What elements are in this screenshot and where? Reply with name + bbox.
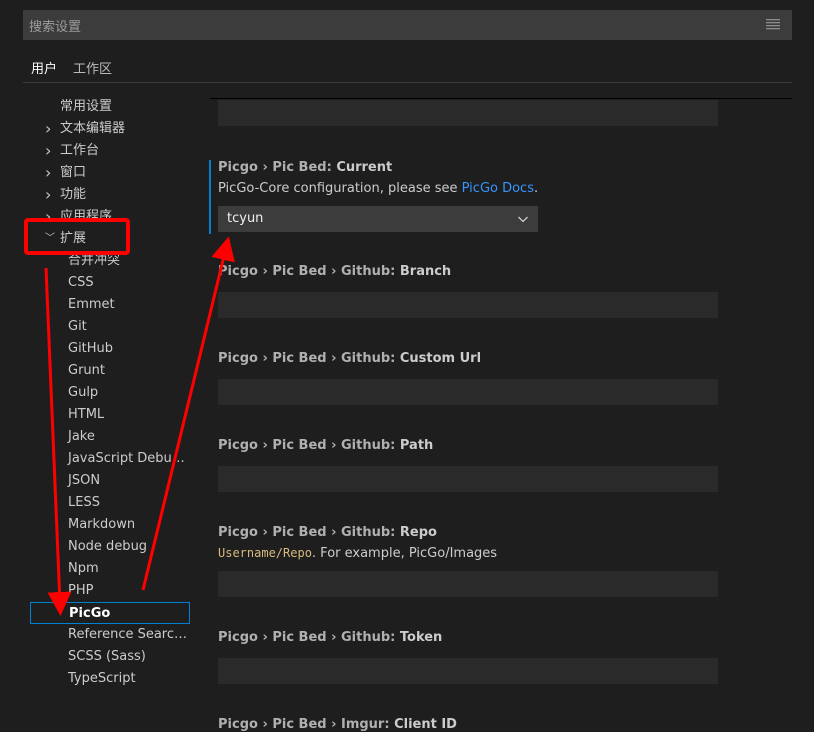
toc-item-label: Npm [68, 561, 99, 576]
filter-settings-icon[interactable] [766, 18, 780, 30]
toc-item-label: Jake [68, 429, 95, 444]
chevron-right-icon: › [45, 207, 52, 226]
toc-item-label: JSON [68, 473, 101, 488]
setting-title-client-id: Picgo › Pic Bed › Imgur: Client ID [218, 717, 457, 732]
toc-item[interactable]: 常用设置 [30, 96, 190, 118]
setting-title-branch: Picgo › Pic Bed › Github: Branch [218, 264, 452, 279]
toc-item[interactable]: Npm [30, 558, 190, 580]
toc-item[interactable]: Markdown [30, 514, 190, 536]
toc-item[interactable]: › 窗口 [30, 162, 190, 184]
toc-item[interactable]: Reference Search V... [30, 624, 190, 646]
toc-item[interactable]: JavaScript Debugger [30, 448, 190, 470]
content-divider [210, 98, 792, 99]
toc-item[interactable]: CSS [30, 272, 190, 294]
toc-item[interactable]: SCSS (Sass) [30, 646, 190, 668]
toc-item-label: 常用设置 [60, 99, 113, 114]
chevron-down-icon [518, 216, 528, 223]
toc-item-label: 工作台 [60, 143, 100, 158]
toc-item-label: Git [68, 319, 87, 334]
setting-title-path: Picgo › Pic Bed › Github: Path [218, 438, 434, 453]
token-input[interactable] [218, 658, 718, 684]
toc-item[interactable]: Node debug [30, 536, 190, 558]
chevron-right-icon: › [45, 185, 52, 204]
toc-item[interactable]: GitHub [30, 338, 190, 360]
chevron-right-icon: › [45, 141, 52, 160]
current-select[interactable]: tcyun [218, 206, 538, 232]
toc-item[interactable]: Jake [30, 426, 190, 448]
toc-item-label: CSS [68, 275, 94, 290]
toc-item-label: Grunt [68, 363, 105, 378]
toc-item-label: LESS [68, 495, 100, 510]
toc-item-label: Emmet [68, 297, 115, 312]
toc-item[interactable]: › 工作台 [30, 140, 190, 162]
setting-input-above[interactable] [218, 100, 718, 126]
toc-item[interactable]: JSON [30, 470, 190, 492]
toc-item[interactable]: Emmet [30, 294, 190, 316]
tabs-divider [23, 82, 792, 83]
toc-item[interactable]: LESS [30, 492, 190, 514]
toc-item-label: GitHub [68, 341, 114, 356]
setting-title-current: Picgo › Pic Bed: Current [218, 160, 393, 175]
toc-item[interactable]: ﹀ 扩展 [30, 228, 190, 250]
toc-item-label: 功能 [60, 187, 87, 202]
tab-workspace[interactable]: 工作区 [65, 52, 120, 82]
picgo-docs-link[interactable]: PicGo Docs [462, 181, 534, 196]
current-select-value: tcyun [227, 211, 264, 226]
toc-item[interactable]: Git [30, 316, 190, 338]
chevron-right-icon: › [45, 119, 52, 138]
toc-item[interactable]: PicGo [30, 602, 190, 624]
toc-item[interactable]: Gulp [30, 382, 190, 404]
toc-item[interactable]: Grunt [30, 360, 190, 382]
toc-item-label: Markdown [68, 517, 136, 532]
toc-item-label: 应用程序 [60, 209, 113, 224]
toc-item-label: SCSS (Sass) [68, 649, 146, 664]
tab-user[interactable]: 用户 [23, 52, 66, 83]
setting-desc-repo: Username/Repo. For example, PicGo/Images [218, 546, 498, 561]
repo-input[interactable] [218, 571, 718, 597]
chevron-right-icon: › [45, 163, 52, 182]
toc-item[interactable]: TypeScript [30, 668, 190, 690]
setting-desc-current: PicGo-Core configuration, please see Pic… [218, 181, 539, 196]
toc-item-label: TypeScript [68, 671, 136, 686]
toc-item-label: PicGo [69, 606, 111, 621]
branch-input[interactable] [218, 292, 718, 318]
toc-item-label: JavaScript Debugger [68, 451, 190, 466]
toc-item[interactable]: 合并冲突 [30, 250, 190, 272]
toc-item-label: Reference Search V... [68, 627, 190, 642]
search-placeholder: 搜索设置 [29, 19, 82, 35]
path-input[interactable] [218, 466, 718, 492]
toc-item-label: 文本编辑器 [60, 121, 126, 136]
custom-url-input[interactable] [218, 379, 718, 405]
toc-item[interactable]: PHP [30, 580, 190, 602]
search-input[interactable]: 搜索设置 [23, 10, 792, 40]
setting-title-repo: Picgo › Pic Bed › Github: Repo [218, 525, 437, 540]
setting-title-token: Picgo › Pic Bed › Github: Token [218, 630, 443, 645]
toc-item[interactable]: › 功能 [30, 184, 190, 206]
toc-item-label: 扩展 [60, 231, 87, 246]
toc-item[interactable]: › 文本编辑器 [30, 118, 190, 140]
toc-item-label: PHP [68, 583, 94, 598]
toc-item-label: 合并冲突 [68, 253, 121, 268]
toc-item-label: Node debug [68, 539, 148, 554]
toc-item[interactable]: › 应用程序 [30, 206, 190, 228]
setting-title-custom-url: Picgo › Pic Bed › Github: Custom Url [218, 351, 482, 366]
toc-item-label: Gulp [68, 385, 99, 400]
toc-item-label: 窗口 [60, 165, 87, 180]
focus-indicator [209, 160, 211, 234]
settings-scope-tabs: 用户 工作区 [23, 52, 120, 83]
toc-item-label: HTML [68, 407, 105, 422]
toc-item[interactable]: HTML [30, 404, 190, 426]
chevron-down-icon: ﹀ [45, 233, 55, 244]
